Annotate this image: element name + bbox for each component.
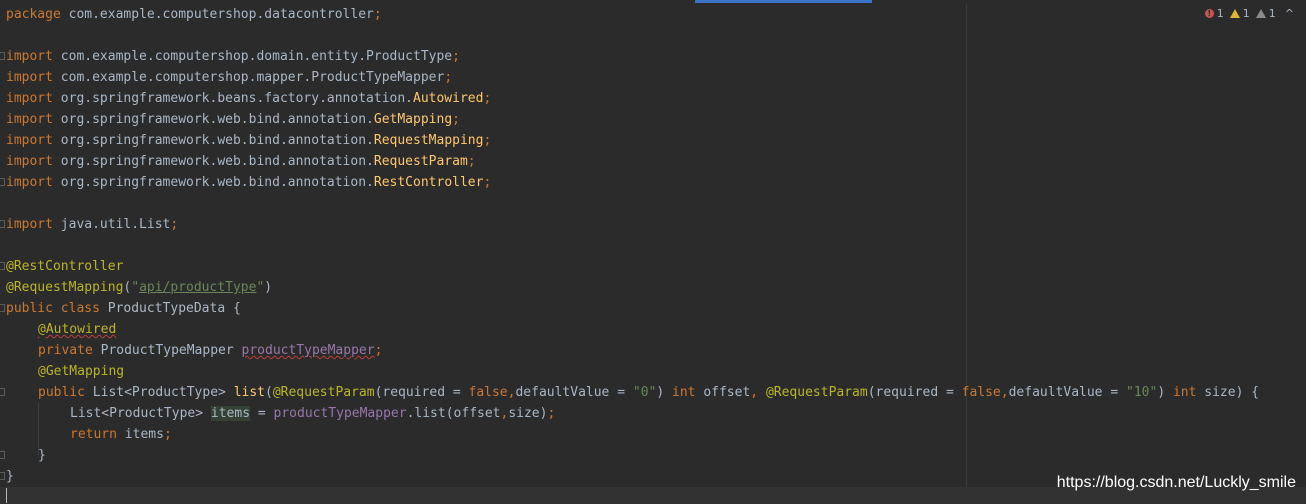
fold-marker-icon[interactable] [0,388,5,396]
code-line-package[interactable]: package com.example.computershop.datacon… [6,4,382,25]
watermark-url: https://blog.csdn.net/Luckly_smile [1056,474,1296,491]
code-line-import[interactable]: import org.springframework.beans.factory… [6,88,491,109]
active-tab-indicator [695,0,872,3]
code-line-return[interactable]: return items; [70,424,172,445]
code-line-get-mapping[interactable]: @GetMapping [38,361,124,382]
fold-marker-icon[interactable] [0,52,5,60]
code-line-request-mapping[interactable]: @RequestMapping("api/productType") [6,277,272,298]
fold-marker-icon[interactable] [0,262,5,270]
fold-marker-icon[interactable] [0,451,5,459]
code-editor[interactable]: package com.example.computershop.datacon… [0,4,1306,504]
code-line-field[interactable]: private ProductTypeMapper productTypeMap… [38,340,382,361]
fold-marker-icon[interactable] [0,472,5,480]
fold-marker-icon[interactable] [0,304,5,312]
code-line-method-decl[interactable]: public List<ProductType> list(@RequestPa… [38,382,1259,403]
code-line-class-close[interactable]: } [6,466,14,487]
usage-highlight: items [210,406,251,421]
code-line-rest-controller[interactable]: @RestController [6,256,123,277]
code-line-import[interactable]: import org.springframework.web.bind.anno… [6,130,491,151]
code-line-items-assign[interactable]: List<ProductType> items = productTypeMap… [70,403,555,424]
code-line-import-list[interactable]: import java.util.List; [6,214,178,235]
code-line-import[interactable]: import org.springframework.web.bind.anno… [6,109,460,130]
code-line-import[interactable]: import com.example.computershop.mapper.P… [6,67,452,88]
code-line-class-decl[interactable]: public class ProductTypeData { [6,298,241,319]
code-line-import[interactable]: import org.springframework.web.bind.anno… [6,172,491,193]
fold-marker-icon[interactable] [0,220,5,228]
code-line-import[interactable]: import org.springframework.web.bind.anno… [6,151,476,172]
fold-marker-icon[interactable] [0,178,5,186]
code-line-import[interactable]: import com.example.computershop.domain.e… [6,46,460,67]
code-line-autowired[interactable]: @Autowired [38,319,116,340]
code-line-method-close[interactable]: } [38,445,46,466]
